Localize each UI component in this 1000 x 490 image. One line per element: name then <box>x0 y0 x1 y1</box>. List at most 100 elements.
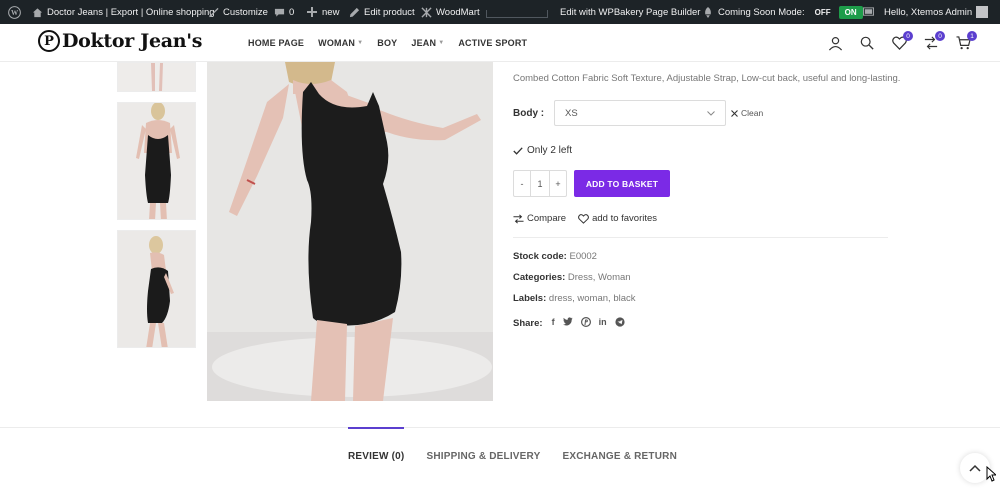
labels-value[interactable]: dress, woman, black <box>549 293 636 304</box>
compare-icon[interactable]: 0 <box>922 31 945 52</box>
telegram-icon[interactable] <box>614 317 625 329</box>
qty-input[interactable]: 1 <box>530 171 550 196</box>
size-select-value: XS <box>565 107 578 119</box>
site-header: P Doktor Jean's HOME PAGE WOMAN ▼ BOY JEA… <box>0 24 1000 62</box>
categories-value[interactable]: Dress, Woman <box>568 272 631 283</box>
stock-text: Only 2 left <box>527 145 573 156</box>
site-logo[interactable]: P Doktor Jean's <box>38 30 203 52</box>
nav-label: WOMAN <box>318 38 356 48</box>
chevron-up-icon <box>969 464 981 472</box>
admin-site-name[interactable]: Doctor Jeans | Export | Online shopping <box>31 0 215 24</box>
size-select[interactable]: XS <box>554 100 726 126</box>
svg-text:W: W <box>11 9 19 17</box>
clean-button[interactable]: Clean <box>731 108 763 118</box>
greeting-label: Hello, Xtemos Admin <box>884 6 973 18</box>
woodmart-icon <box>420 6 432 18</box>
quantity-stepper: - 1 + <box>513 170 567 197</box>
thumbnail-photo <box>118 231 195 347</box>
chevron-down-icon <box>707 110 715 116</box>
nav-label: HOME PAGE <box>248 38 305 48</box>
wpbakery-label: Edit with WPBakery Page Builder <box>560 6 701 18</box>
qty-plus-button[interactable]: + <box>550 171 566 196</box>
add-to-favorites-button[interactable]: add to favorites <box>578 213 657 224</box>
rocket-icon <box>702 6 714 18</box>
share-label: Share: <box>513 317 543 329</box>
nav-label: JEAN <box>411 38 437 48</box>
toggle-on-button[interactable]: ON <box>838 5 863 19</box>
variation-label: Body : <box>513 108 545 119</box>
linkedin-icon[interactable]: in <box>599 317 607 329</box>
labels-label: Labels: <box>513 293 547 304</box>
coming-soon-label: Coming Soon Mode: <box>718 6 805 18</box>
cart-icon[interactable]: 1 <box>954 31 977 52</box>
nav-item-active-sport[interactable]: ACTIVE SPORT <box>458 38 527 48</box>
nav-label: BOY <box>377 38 398 48</box>
chevron-down-icon: ▼ <box>357 40 364 46</box>
product-actions: Compare add to favorites <box>513 213 657 224</box>
heart-icon <box>578 213 589 224</box>
gallery-thumbnail[interactable] <box>117 230 196 348</box>
tab-review[interactable]: REVIEW (0) <box>348 427 405 487</box>
product-main-image[interactable] <box>207 62 493 401</box>
variation-label-text: Body <box>513 108 538 119</box>
mouse-cursor-icon <box>986 465 998 487</box>
close-icon <box>731 109 738 117</box>
stock-status: Only 2 left <box>513 145 572 156</box>
logo-mark: P <box>38 30 60 52</box>
screen-options-icon <box>862 6 874 18</box>
compare-icon <box>513 214 524 223</box>
gallery-thumbnail[interactable] <box>117 62 196 92</box>
header-icons: 0 0 1 <box>826 24 977 62</box>
nav-item-home[interactable]: HOME PAGE <box>248 38 304 48</box>
admin-edit-product[interactable]: Edit product <box>348 0 415 24</box>
nav-item-jean[interactable]: JEAN ▼ <box>411 38 444 48</box>
nav-item-woman[interactable]: WOMAN ▼ <box>318 38 363 48</box>
nav-label: ACTIVE SPORT <box>458 38 528 48</box>
thumbnail-photo <box>118 103 195 219</box>
facebook-icon[interactable]: f <box>552 317 555 329</box>
tab-shipping-delivery[interactable]: SHIPPING & DELIVERY <box>426 427 540 487</box>
pinterest-icon[interactable] <box>580 316 591 329</box>
add-to-basket-button[interactable]: ADD TO BASKET <box>574 170 670 197</box>
pencil-icon <box>348 6 360 18</box>
product-tabs: REVIEW (0) SHIPPING & DELIVERY EXCHANGE … <box>348 427 677 487</box>
admin-new[interactable]: new <box>306 0 339 24</box>
compare-label: Compare <box>527 213 567 224</box>
admin-customize[interactable]: Customize <box>207 0 268 24</box>
edit-product-label: Edit product <box>364 6 415 18</box>
customize-label: Customize <box>223 6 268 18</box>
wishlist-icon[interactable]: 0 <box>890 31 913 52</box>
nav-item-boy[interactable]: BOY <box>377 38 397 48</box>
wishlist-count-badge: 0 <box>903 31 913 41</box>
admin-search-box[interactable] <box>486 10 548 18</box>
wordpress-logo-icon[interactable]: W <box>8 0 21 24</box>
admin-account[interactable]: Hello, Xtemos Admin <box>862 0 989 24</box>
thumbnail-photo <box>118 63 195 91</box>
admin-coming-soon[interactable]: Coming Soon Mode: OFF ON <box>702 0 863 24</box>
twitter-icon[interactable] <box>562 317 573 329</box>
compare-button[interactable]: Compare <box>513 213 566 224</box>
chevron-down-icon: ▼ <box>438 40 445 46</box>
stock-code-label: Stock code: <box>513 251 567 262</box>
admin-wpbakery[interactable]: Edit with WPBakery Page Builder <box>560 0 700 24</box>
divider <box>513 237 888 238</box>
share-row: Share: f in <box>513 316 625 329</box>
site-name-label: Doctor Jeans | Export | Online shopping <box>47 6 215 18</box>
compare-count-badge: 0 <box>935 31 945 41</box>
qty-minus-button[interactable]: - <box>514 171 530 196</box>
categories-label: Categories: <box>513 272 566 283</box>
admin-woodmart[interactable]: WoodMart <box>420 0 480 24</box>
product-photo <box>207 62 493 401</box>
user-icon[interactable] <box>826 34 844 52</box>
search-icon[interactable] <box>858 34 876 52</box>
brush-icon <box>207 6 219 18</box>
gallery-thumbnail[interactable] <box>117 102 196 220</box>
share-icons: f in <box>552 316 625 329</box>
toggle-off-label[interactable]: OFF <box>815 8 831 17</box>
admin-comments[interactable]: 0 <box>273 0 294 24</box>
main-nav: HOME PAGE WOMAN ▼ BOY JEAN ▼ ACTIVE SPORT <box>248 24 527 62</box>
check-icon <box>513 146 523 155</box>
avatar[interactable] <box>976 6 989 18</box>
tab-exchange-return[interactable]: EXCHANGE & RETURN <box>562 427 677 487</box>
logo-text: Doktor Jean's <box>62 30 203 52</box>
